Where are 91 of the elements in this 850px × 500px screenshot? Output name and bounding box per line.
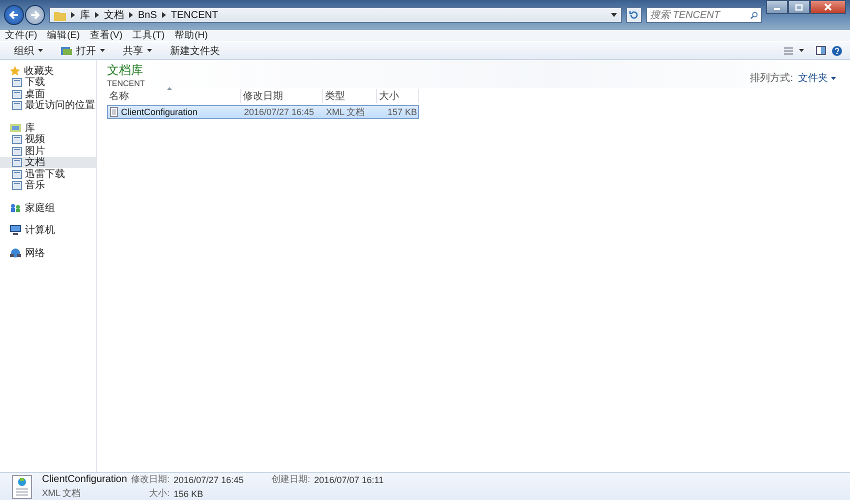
breadcrumb-item[interactable]: TENCENT <box>170 10 218 20</box>
file-row[interactable]: ClientConfiguration 2016/07/27 16:45 XML 文档 157 KB <box>107 105 419 119</box>
address-bar[interactable]: 库 文档 BnS TENCENT <box>49 7 622 23</box>
arrow-left-icon <box>8 9 20 21</box>
sidebar-item[interactable]: 迅雷下载 <box>0 168 96 180</box>
file-name: ClientConfiguration <box>42 474 128 485</box>
property-value: 156 KB <box>174 488 204 498</box>
preview-pane-icon[interactable] <box>816 46 826 55</box>
maximize-button[interactable] <box>788 0 810 14</box>
sidebar-item[interactable]: 视频 <box>0 134 96 145</box>
library-subtitle: TENCENT <box>107 79 145 88</box>
caret-icon <box>147 49 152 52</box>
sidebar-item[interactable]: 音乐 <box>0 180 96 191</box>
chevron-icon <box>162 12 166 18</box>
sidebar-item[interactable]: 图片 <box>0 145 96 156</box>
arrow-right-icon <box>29 9 41 21</box>
sort-arrow-icon <box>167 87 172 90</box>
minimize-button[interactable] <box>766 0 788 14</box>
menu-item[interactable]: 查看(V) <box>90 29 122 42</box>
sidebar-item[interactable]: 计算机 <box>0 224 96 236</box>
close-icon <box>824 3 832 11</box>
folder-icon <box>12 134 22 144</box>
network-icon <box>10 248 21 258</box>
sidebar-item[interactable]: 收藏夹 <box>0 65 96 76</box>
table-cell: XML 文档 <box>326 106 365 118</box>
property-label: 创建日期: <box>270 473 310 486</box>
chevron-icon <box>71 12 75 18</box>
breadcrumb-item[interactable]: BnS <box>138 10 157 20</box>
column-header[interactable]: 类型 <box>323 89 377 103</box>
sidebar-item[interactable]: 最近访问的位置 <box>0 100 96 111</box>
folder-icon <box>54 10 66 20</box>
toolbar-button[interactable]: 新建文件夹 <box>164 44 226 58</box>
search-icon <box>750 10 758 20</box>
people-icon <box>10 203 21 212</box>
library-title: 文档库 <box>107 62 144 79</box>
menu-item[interactable]: 编辑(E) <box>47 29 80 42</box>
menu-item[interactable]: 工具(T) <box>132 29 165 42</box>
library-icon <box>10 123 21 132</box>
file-type: XML 文档 <box>42 487 82 500</box>
arrange-label: 排列方式: <box>750 72 793 85</box>
column-header[interactable]: 大小 <box>377 89 419 103</box>
view-list-icon[interactable] <box>784 46 793 54</box>
forward-button[interactable] <box>25 5 45 25</box>
computer-icon <box>10 225 21 236</box>
sidebar-item[interactable]: 网络 <box>0 247 96 258</box>
sidebar-item[interactable]: 下载 <box>0 76 96 88</box>
table-cell: ClientConfiguration <box>121 107 198 117</box>
property-value: 2016/07/07 16:11 <box>314 474 384 484</box>
property-value: 2016/07/27 16:45 <box>174 474 244 484</box>
folder-icon <box>12 100 22 110</box>
table-cell: 157 KB <box>387 107 417 117</box>
refresh-icon <box>629 10 639 20</box>
maximize-icon <box>795 4 803 10</box>
caret-icon <box>100 49 105 52</box>
open-icon <box>61 46 72 56</box>
menu-item[interactable]: 帮助(H) <box>174 29 208 42</box>
sidebar-item[interactable]: 桌面 <box>0 88 96 100</box>
toolbar-button[interactable]: 组织 <box>8 44 49 58</box>
property-label: 大小: <box>148 487 170 500</box>
folder-icon <box>12 146 22 156</box>
folder-icon <box>12 168 22 179</box>
table-cell: 2016/07/27 16:45 <box>244 107 314 117</box>
menu-item[interactable]: 文件(F) <box>5 29 38 42</box>
search-field[interactable]: 搜索 TENCENT <box>646 7 762 23</box>
sidebar-item[interactable]: 文档 <box>0 156 96 168</box>
close-button[interactable] <box>810 0 846 14</box>
sidebar-item[interactable]: 家庭组 <box>0 202 96 214</box>
refresh-button[interactable] <box>626 7 642 23</box>
toolbar-button[interactable]: 共享 <box>117 44 158 58</box>
folder-icon <box>12 157 22 168</box>
folder-icon <box>12 88 22 99</box>
back-button[interactable] <box>4 5 24 25</box>
property-label: 修改日期: <box>131 473 170 486</box>
breadcrumb-item[interactable]: 文档 <box>104 8 124 22</box>
arrange-dropdown[interactable]: 文件夹 <box>793 71 836 85</box>
caret-icon[interactable] <box>799 49 804 52</box>
caret-icon <box>831 76 836 80</box>
chevron-icon <box>95 12 99 18</box>
folder-icon <box>12 77 22 88</box>
chevron-icon <box>129 12 133 18</box>
column-header[interactable]: 修改日期 <box>241 89 323 103</box>
sidebar-item[interactable]: 库 <box>0 122 96 134</box>
toolbar-button[interactable]: 打开 <box>55 44 111 58</box>
caret-icon <box>38 49 43 52</box>
help-icon[interactable] <box>832 46 842 56</box>
star-icon <box>10 66 20 76</box>
dropdown-arrow-icon[interactable] <box>611 13 617 17</box>
document-icon <box>110 107 118 117</box>
xml-document-icon <box>12 474 32 498</box>
breadcrumb-item[interactable]: 库 <box>80 8 90 22</box>
folder-icon <box>12 180 22 190</box>
